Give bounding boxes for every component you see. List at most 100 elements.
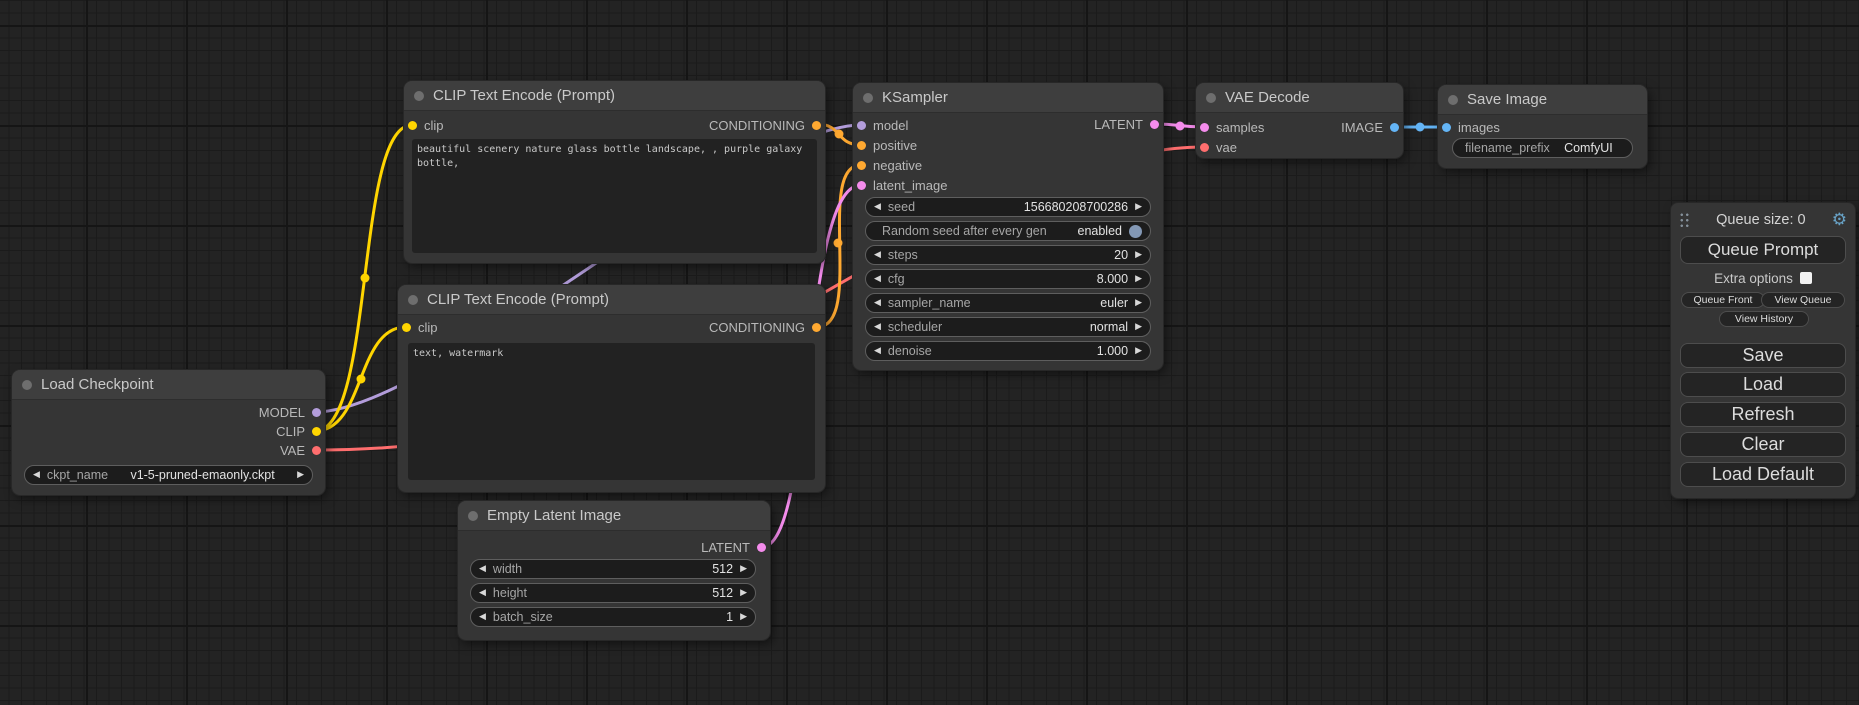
latent-output-port[interactable]: [1150, 120, 1159, 129]
scheduler-widget[interactable]: ◀ scheduler normal ▶: [865, 317, 1151, 337]
drag-handle-icon[interactable]: [1679, 212, 1690, 228]
widget-label: ckpt_name: [47, 468, 108, 482]
output-label: IMAGE: [1341, 120, 1383, 135]
increment-arrow-icon[interactable]: ▶: [297, 471, 304, 480]
increment-arrow-icon[interactable]: ▶: [1135, 275, 1142, 284]
output-label: CONDITIONING: [709, 118, 805, 133]
width-widget[interactable]: ◀ width 512 ▶: [470, 559, 756, 579]
output-label: MODEL: [259, 405, 305, 420]
collapse-dot-icon[interactable]: [414, 91, 424, 101]
increment-arrow-icon[interactable]: ▶: [740, 565, 747, 574]
widget-label: sampler_name: [888, 296, 971, 310]
settings-gear-icon[interactable]: ⚙: [1832, 212, 1847, 229]
node-title-bar[interactable]: VAE Decode: [1196, 83, 1403, 113]
node-empty-latent-image[interactable]: Empty Latent Image LATENT ◀ width 512 ▶ …: [458, 501, 770, 640]
input-label: positive: [873, 138, 917, 153]
input-label: samples: [1216, 120, 1264, 135]
node-clip-text-encode-negative[interactable]: CLIP Text Encode (Prompt) clip CONDITION…: [398, 285, 825, 492]
node-vae-decode[interactable]: VAE Decode samples IMAGE vae: [1196, 83, 1403, 158]
collapse-dot-icon[interactable]: [1448, 95, 1458, 105]
increment-arrow-icon[interactable]: ▶: [740, 589, 747, 598]
decrement-arrow-icon[interactable]: ◀: [33, 471, 40, 480]
steps-widget[interactable]: ◀ steps 20 ▶: [865, 245, 1151, 265]
model-output-port[interactable]: [312, 408, 321, 417]
node-clip-text-encode-positive[interactable]: CLIP Text Encode (Prompt) clip CONDITION…: [404, 81, 825, 263]
refresh-button[interactable]: Refresh: [1680, 402, 1846, 427]
random-seed-toggle-widget[interactable]: Random seed after every gen enabled: [865, 221, 1151, 241]
load-default-button[interactable]: Load Default: [1680, 462, 1846, 487]
conditioning-output-port[interactable]: [812, 323, 821, 332]
node-title: Empty Latent Image: [487, 507, 621, 524]
input-row: positive: [857, 135, 917, 155]
height-widget[interactable]: ◀ height 512 ▶: [470, 583, 756, 603]
seed-widget[interactable]: ◀ seed 156680208700286 ▶: [865, 197, 1151, 217]
extra-options-checkbox[interactable]: [1800, 272, 1812, 284]
node-title-bar[interactable]: Load Checkpoint: [12, 370, 325, 400]
decrement-arrow-icon[interactable]: ◀: [479, 565, 486, 574]
decrement-arrow-icon[interactable]: ◀: [874, 299, 881, 308]
samples-input-port[interactable]: [1200, 123, 1209, 132]
decrement-arrow-icon[interactable]: ◀: [874, 251, 881, 260]
queue-front-button[interactable]: Queue Front: [1681, 292, 1765, 308]
collapse-dot-icon[interactable]: [408, 295, 418, 305]
node-canvas[interactable]: Load Checkpoint MODEL CLIP VAE ◀ ckpt_na…: [0, 0, 1859, 705]
clip-output-port[interactable]: [312, 427, 321, 436]
negative-input-port[interactable]: [857, 161, 866, 170]
node-ksampler[interactable]: KSampler LATENT model positive negative …: [853, 83, 1163, 370]
save-button[interactable]: Save: [1680, 343, 1846, 368]
node-title-bar[interactable]: Save Image: [1438, 85, 1647, 115]
node-save-image[interactable]: Save Image images filename_prefix ComfyU…: [1438, 85, 1647, 168]
link-dot: [1176, 122, 1185, 131]
filename-prefix-widget[interactable]: filename_prefix ComfyUI: [1452, 138, 1633, 158]
increment-arrow-icon[interactable]: ▶: [1135, 299, 1142, 308]
load-button[interactable]: Load: [1680, 372, 1846, 397]
conditioning-output-port[interactable]: [812, 121, 821, 130]
prompt-textarea[interactable]: beautiful scenery nature glass bottle la…: [412, 139, 817, 253]
collapse-dot-icon[interactable]: [863, 93, 873, 103]
node-title-bar[interactable]: Empty Latent Image: [458, 501, 770, 531]
clear-button[interactable]: Clear: [1680, 432, 1846, 457]
output-label: CLIP: [276, 424, 305, 439]
vae-input-port[interactable]: [1200, 143, 1209, 152]
node-title: Load Checkpoint: [41, 376, 154, 393]
node-title-bar[interactable]: KSampler: [853, 83, 1163, 113]
decrement-arrow-icon[interactable]: ◀: [874, 323, 881, 332]
output-row: CLIP: [276, 421, 321, 441]
decrement-arrow-icon[interactable]: ◀: [479, 613, 486, 622]
model-input-port[interactable]: [857, 121, 866, 130]
queue-prompt-button[interactable]: Queue Prompt: [1680, 236, 1846, 264]
decrement-arrow-icon[interactable]: ◀: [874, 203, 881, 212]
port-row: samples IMAGE: [1200, 117, 1399, 137]
node-load-checkpoint[interactable]: Load Checkpoint MODEL CLIP VAE ◀ ckpt_na…: [12, 370, 325, 495]
collapse-dot-icon[interactable]: [1206, 93, 1216, 103]
increment-arrow-icon[interactable]: ▶: [1135, 323, 1142, 332]
increment-arrow-icon[interactable]: ▶: [1135, 347, 1142, 356]
increment-arrow-icon[interactable]: ▶: [740, 613, 747, 622]
decrement-arrow-icon[interactable]: ◀: [874, 275, 881, 284]
sampler-name-widget[interactable]: ◀ sampler_name euler ▶: [865, 293, 1151, 313]
increment-arrow-icon[interactable]: ▶: [1135, 251, 1142, 260]
view-history-button[interactable]: View History: [1719, 311, 1809, 327]
vae-output-port[interactable]: [312, 446, 321, 455]
collapse-dot-icon[interactable]: [468, 511, 478, 521]
latent-output-port[interactable]: [757, 543, 766, 552]
images-input-port[interactable]: [1442, 123, 1451, 132]
node-title-bar[interactable]: CLIP Text Encode (Prompt): [404, 81, 825, 111]
increment-arrow-icon[interactable]: ▶: [1135, 203, 1142, 212]
image-output-port[interactable]: [1390, 123, 1399, 132]
view-queue-button[interactable]: View Queue: [1761, 292, 1845, 308]
ckpt-name-widget[interactable]: ◀ ckpt_name v1-5-pruned-emaonly.ckpt ▶: [24, 465, 313, 485]
toggle-knob-icon[interactable]: [1129, 225, 1142, 238]
decrement-arrow-icon[interactable]: ◀: [874, 347, 881, 356]
node-title-bar[interactable]: CLIP Text Encode (Prompt): [398, 285, 825, 315]
decrement-arrow-icon[interactable]: ◀: [479, 589, 486, 598]
denoise-widget[interactable]: ◀ denoise 1.000 ▶: [865, 341, 1151, 361]
collapse-dot-icon[interactable]: [22, 380, 32, 390]
clip-input-port[interactable]: [402, 323, 411, 332]
positive-input-port[interactable]: [857, 141, 866, 150]
batch-size-widget[interactable]: ◀ batch_size 1 ▶: [470, 607, 756, 627]
latent-image-input-port[interactable]: [857, 181, 866, 190]
clip-input-port[interactable]: [408, 121, 417, 130]
prompt-textarea[interactable]: text, watermark: [408, 343, 815, 480]
cfg-widget[interactable]: ◀ cfg 8.000 ▶: [865, 269, 1151, 289]
